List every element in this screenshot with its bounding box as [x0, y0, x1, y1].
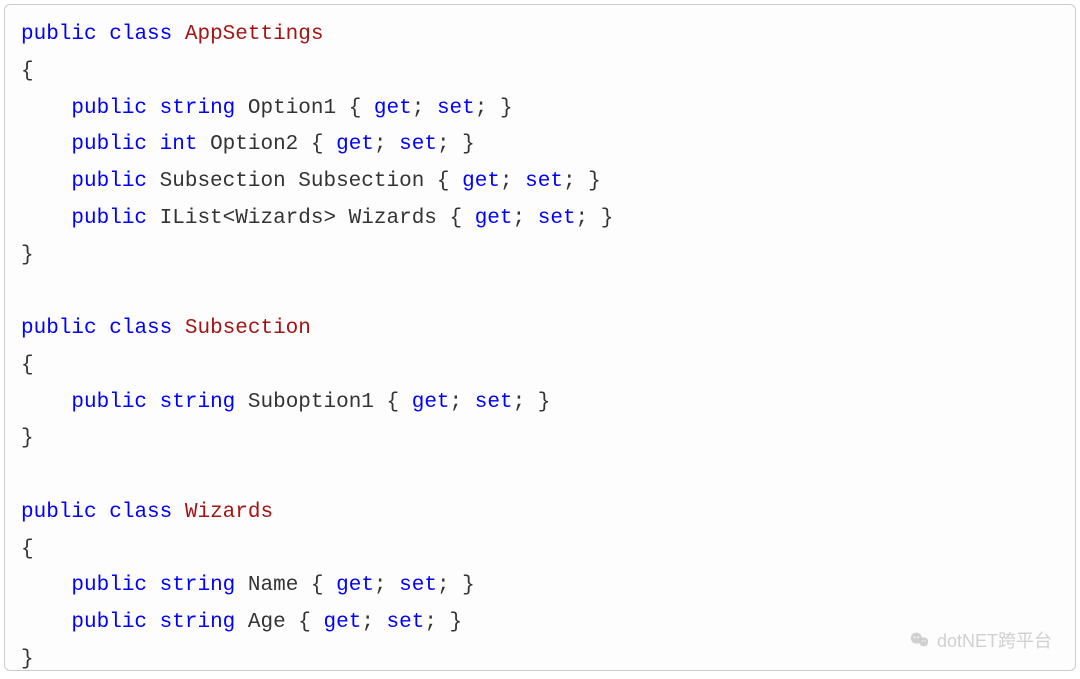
code-token: Subsection Subsection { — [147, 170, 462, 193]
code-token: set — [538, 207, 576, 230]
code-token — [21, 133, 71, 156]
code-token: public — [71, 574, 147, 597]
code-token: { — [21, 60, 34, 83]
code-token: ; — [374, 133, 399, 156]
code-token — [21, 170, 71, 193]
code-token: Wizards — [185, 501, 273, 524]
code-token: Name { — [235, 574, 336, 597]
code-token: ; } — [563, 170, 601, 193]
code-token — [172, 23, 185, 46]
code-token — [97, 317, 110, 340]
code-token: string — [160, 574, 236, 597]
code-token: ; } — [475, 97, 513, 120]
code-token — [147, 611, 160, 634]
code-token: class — [109, 23, 172, 46]
code-token: int — [160, 133, 198, 156]
code-token: string — [160, 97, 236, 120]
code-token: { — [21, 538, 34, 561]
code-token: set — [525, 170, 563, 193]
code-token: Age { — [235, 611, 323, 634]
code-token: ; } — [437, 574, 475, 597]
code-token — [97, 501, 110, 524]
code-token: public — [21, 317, 97, 340]
code-token: get — [336, 574, 374, 597]
code-token: set — [399, 133, 437, 156]
code-token — [172, 317, 185, 340]
code-token: ; — [361, 611, 386, 634]
code-token — [147, 97, 160, 120]
code-content: public class AppSettings { public string… — [21, 17, 1059, 679]
code-token: set — [475, 391, 513, 414]
code-token: public — [71, 391, 147, 414]
code-token: IList<Wizards> Wizards { — [147, 207, 475, 230]
code-token — [172, 501, 185, 524]
code-token — [147, 391, 160, 414]
code-token: public — [71, 611, 147, 634]
code-token: ; } — [513, 391, 551, 414]
code-token: public — [71, 133, 147, 156]
code-token: class — [109, 501, 172, 524]
code-token: string — [160, 611, 236, 634]
code-token: Option1 { — [235, 97, 374, 120]
code-token: class — [109, 317, 172, 340]
code-token: ; } — [424, 611, 462, 634]
code-token: get — [324, 611, 362, 634]
code-token: ; } — [437, 133, 475, 156]
code-token — [97, 23, 110, 46]
code-token: ; — [500, 170, 525, 193]
code-token: get — [336, 133, 374, 156]
code-token: get — [462, 170, 500, 193]
code-token: Option2 { — [197, 133, 336, 156]
code-token: public — [71, 97, 147, 120]
code-token: Subsection — [185, 317, 311, 340]
code-token: Suboption1 { — [235, 391, 411, 414]
code-token: set — [387, 611, 425, 634]
code-token: string — [160, 391, 236, 414]
code-token: ; — [513, 207, 538, 230]
code-block: public class AppSettings { public string… — [4, 4, 1076, 671]
code-token: get — [475, 207, 513, 230]
code-token: { — [21, 354, 34, 377]
code-token — [147, 574, 160, 597]
code-token: set — [437, 97, 475, 120]
code-token — [21, 97, 71, 120]
code-token — [21, 611, 71, 634]
code-token: ; — [412, 97, 437, 120]
code-token: AppSettings — [185, 23, 324, 46]
code-token: } — [21, 648, 34, 671]
code-token — [21, 207, 71, 230]
code-token: get — [374, 97, 412, 120]
code-token — [147, 133, 160, 156]
code-token: public — [71, 170, 147, 193]
code-token: ; — [450, 391, 475, 414]
code-token — [21, 574, 71, 597]
code-token: public — [71, 207, 147, 230]
code-token: ; — [374, 574, 399, 597]
code-token: } — [21, 244, 34, 267]
code-token: public — [21, 501, 97, 524]
code-token: } — [21, 427, 34, 450]
code-token: get — [412, 391, 450, 414]
code-token — [21, 391, 71, 414]
code-token: ; } — [576, 207, 614, 230]
code-token: public — [21, 23, 97, 46]
code-token: set — [399, 574, 437, 597]
